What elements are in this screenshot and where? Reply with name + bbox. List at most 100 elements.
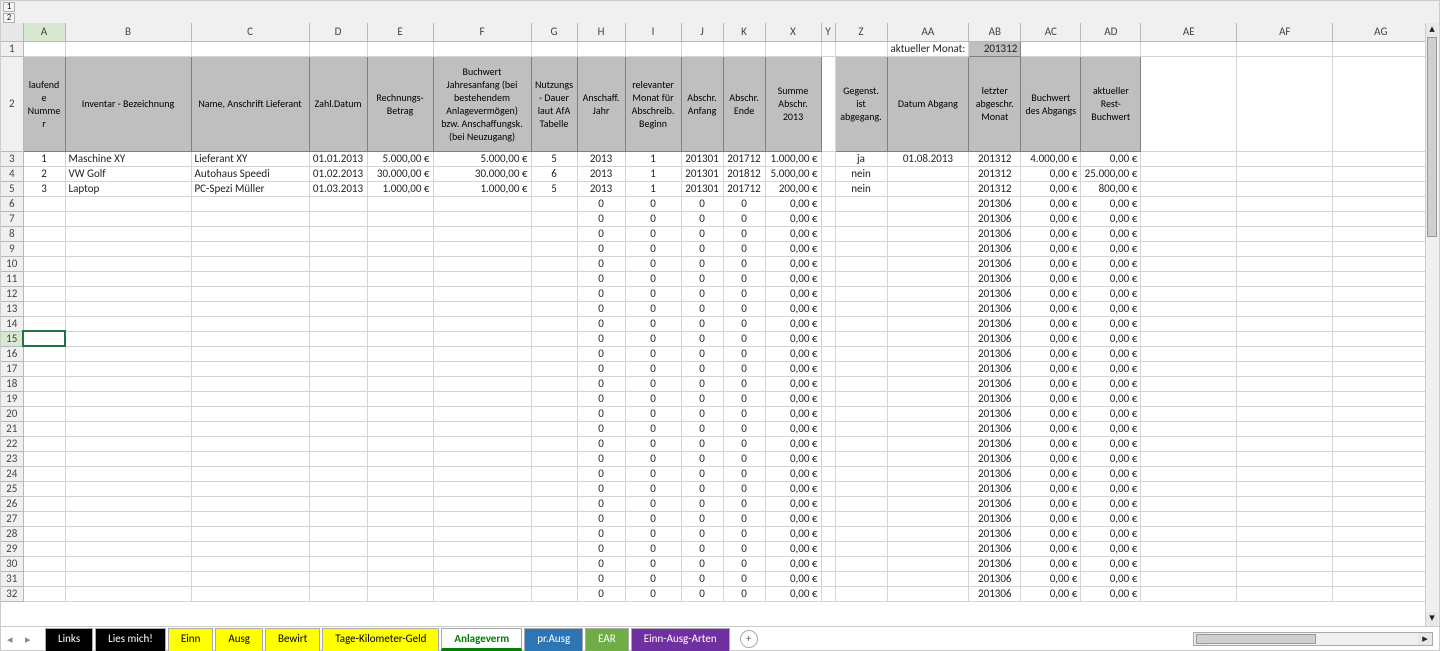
cell[interactable]: 0	[625, 331, 681, 346]
cell[interactable]: 0	[681, 346, 723, 361]
cell[interactable]: 0,00 €	[765, 451, 821, 466]
cell[interactable]	[821, 391, 835, 406]
cell[interactable]: 0	[625, 451, 681, 466]
cell[interactable]: 0,00 €	[765, 286, 821, 301]
cell[interactable]: 0,00 €	[1081, 331, 1141, 346]
cell[interactable]: 0,00 €	[1021, 466, 1081, 481]
cell[interactable]	[65, 331, 191, 346]
cell[interactable]	[1237, 571, 1333, 586]
cell[interactable]	[1141, 571, 1237, 586]
cell[interactable]: 0,00 €	[765, 196, 821, 211]
cell[interactable]	[23, 496, 65, 511]
cell[interactable]: 0,00 €	[765, 376, 821, 391]
cell[interactable]: 0	[681, 301, 723, 316]
cell[interactable]: 0,00 €	[1021, 286, 1081, 301]
cell[interactable]: 0	[577, 586, 625, 601]
cell[interactable]	[433, 541, 531, 556]
row-header-28[interactable]: 28	[1, 526, 23, 541]
cell[interactable]	[835, 481, 887, 496]
cell[interactable]	[835, 406, 887, 421]
col-header-Z[interactable]: Z	[835, 23, 887, 41]
cell[interactable]	[1141, 586, 1237, 601]
cell[interactable]	[65, 226, 191, 241]
cell[interactable]: 0	[577, 421, 625, 436]
cell[interactable]	[191, 421, 309, 436]
cell[interactable]	[65, 41, 191, 56]
cell[interactable]	[1333, 436, 1429, 451]
row-header-13[interactable]: 13	[1, 301, 23, 316]
cell[interactable]: 0	[625, 286, 681, 301]
cell[interactable]	[887, 436, 969, 451]
cell[interactable]	[821, 481, 835, 496]
cell[interactable]	[1237, 541, 1333, 556]
row-header-26[interactable]: 26	[1, 496, 23, 511]
cell[interactable]: 1	[625, 181, 681, 196]
cell[interactable]: 201712	[723, 181, 765, 196]
cell[interactable]	[835, 436, 887, 451]
cell[interactable]	[1333, 241, 1429, 256]
col-header-K[interactable]: K	[723, 23, 765, 41]
cell[interactable]: 201306	[969, 556, 1021, 571]
row-header-17[interactable]: 17	[1, 361, 23, 376]
cell[interactable]: 0	[577, 496, 625, 511]
vertical-scrollbar[interactable]: ▴ ▾	[1425, 23, 1439, 626]
cell[interactable]: 0	[723, 391, 765, 406]
cell[interactable]	[65, 451, 191, 466]
cell[interactable]	[531, 421, 577, 436]
cell[interactable]: 0	[625, 211, 681, 226]
cell[interactable]	[821, 346, 835, 361]
cell[interactable]: 201306	[969, 571, 1021, 586]
cell[interactable]: 0	[577, 541, 625, 556]
cell[interactable]	[821, 526, 835, 541]
cell[interactable]: 5	[531, 151, 577, 166]
cell[interactable]	[65, 376, 191, 391]
cell[interactable]	[1333, 556, 1429, 571]
cell[interactable]	[835, 571, 887, 586]
cell[interactable]	[367, 571, 433, 586]
cell[interactable]: 5	[531, 181, 577, 196]
cell[interactable]	[1333, 181, 1429, 196]
cell[interactable]	[65, 286, 191, 301]
cell[interactable]: 0,00 €	[1081, 571, 1141, 586]
cell[interactable]: 0,00 €	[1021, 496, 1081, 511]
cell[interactable]: 0	[681, 481, 723, 496]
row-header-14[interactable]: 14	[1, 316, 23, 331]
cell[interactable]: 0	[577, 316, 625, 331]
cell[interactable]: 0	[681, 406, 723, 421]
row-header-24[interactable]: 24	[1, 466, 23, 481]
cell[interactable]	[23, 226, 65, 241]
cell[interactable]	[531, 241, 577, 256]
cell[interactable]	[821, 196, 835, 211]
cell[interactable]	[191, 256, 309, 271]
row-header-19[interactable]: 19	[1, 391, 23, 406]
cell[interactable]	[1333, 196, 1429, 211]
add-sheet-button[interactable]: +	[740, 630, 758, 648]
cell[interactable]: 201306	[969, 511, 1021, 526]
cell[interactable]	[1333, 331, 1429, 346]
cell[interactable]: 1	[625, 151, 681, 166]
cell[interactable]: 0,00 €	[1081, 481, 1141, 496]
cell[interactable]	[821, 226, 835, 241]
cell[interactable]: 0	[723, 196, 765, 211]
cell[interactable]	[65, 511, 191, 526]
cell[interactable]: 0,00 €	[1081, 211, 1141, 226]
col-header-AA[interactable]: AA	[887, 23, 969, 41]
cell[interactable]	[1237, 361, 1333, 376]
cell[interactable]	[23, 346, 65, 361]
cell[interactable]: 0,00 €	[765, 241, 821, 256]
cell[interactable]	[1333, 316, 1429, 331]
cell[interactable]	[309, 406, 367, 421]
cell[interactable]	[367, 376, 433, 391]
cell[interactable]	[309, 241, 367, 256]
cell[interactable]: nein	[835, 181, 887, 196]
cell[interactable]: 0	[577, 571, 625, 586]
cell[interactable]: 0	[577, 511, 625, 526]
cell[interactable]	[191, 211, 309, 226]
cell[interactable]	[835, 286, 887, 301]
cell[interactable]	[309, 211, 367, 226]
cell[interactable]	[191, 241, 309, 256]
cell[interactable]	[531, 271, 577, 286]
cell[interactable]: 0	[681, 286, 723, 301]
cell[interactable]	[821, 166, 835, 181]
cell[interactable]: 01.03.2013	[309, 181, 367, 196]
